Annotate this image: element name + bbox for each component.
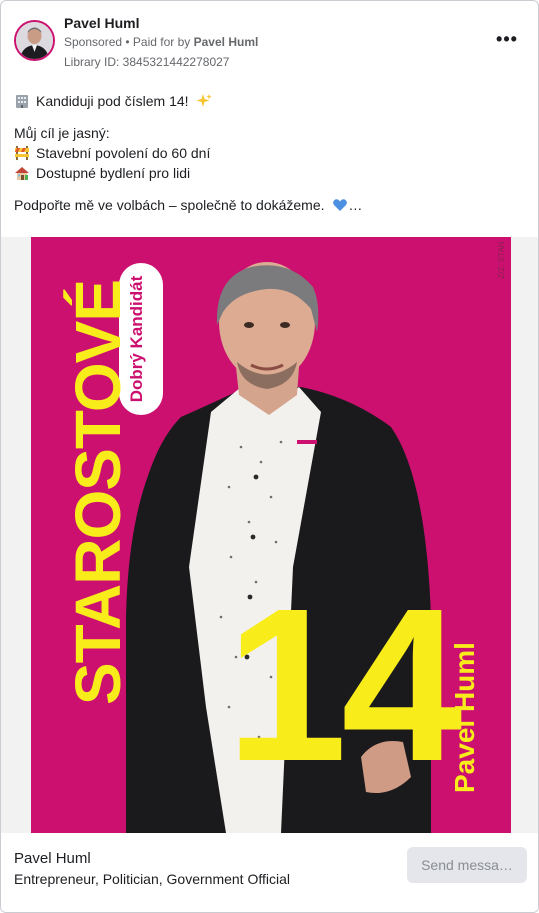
house-icon bbox=[15, 167, 29, 180]
page-name[interactable]: Pavel Huml bbox=[64, 15, 139, 31]
construction-icon bbox=[15, 146, 29, 160]
post-line-5-text: Podpořte mě ve volbách – společně to dok… bbox=[14, 197, 325, 213]
blue-heart-icon bbox=[333, 199, 348, 211]
sponsored-label: Sponsored • Paid for by Pavel Huml bbox=[64, 35, 258, 49]
footer-page-category: Entrepreneur, Politician, Government Off… bbox=[14, 871, 290, 887]
ad-footer: Pavel Huml Entrepreneur, Politician, Gov… bbox=[1, 833, 538, 912]
paid-for-name[interactable]: Pavel Huml bbox=[194, 35, 259, 49]
sponsored-text: Sponsored bbox=[64, 35, 123, 49]
ad-card: Pavel Huml Sponsored • Paid for by Pavel… bbox=[0, 0, 539, 913]
candidate-number: 14 bbox=[226, 564, 462, 807]
post-line-2: Můj cíl je jasný: bbox=[14, 125, 110, 141]
post-header: Pavel Huml Sponsored • Paid for by Pavel… bbox=[1, 1, 538, 79]
post-line-1: Kandiduji pod číslem 14! bbox=[14, 91, 524, 111]
avatar-photo bbox=[16, 22, 53, 59]
photo-credit: Z/Z: STAN bbox=[497, 241, 506, 279]
candidate-name: Pavel Huml bbox=[449, 642, 480, 793]
tagline-text: Dobrý Kandidát bbox=[127, 275, 146, 403]
see-more-link[interactable]: … bbox=[348, 197, 362, 213]
post-line-4-text: Dostupné bydlení pro lidi bbox=[36, 165, 191, 181]
footer-page-name[interactable]: Pavel Huml bbox=[14, 850, 91, 867]
post-line-5: Podpořte mě ve volbách – společně to dok… bbox=[14, 195, 524, 215]
post-line-1-text: Kandiduji pod číslem 14! bbox=[36, 93, 189, 109]
office-building-icon bbox=[16, 95, 28, 108]
post-line-4: Dostupné bydlení pro lidi bbox=[14, 163, 524, 183]
more-options-button[interactable]: ••• bbox=[493, 29, 521, 53]
ad-creative-image[interactable]: STAROSTOVÉ Dobrý Kandidát 14 Pavel Huml … bbox=[31, 237, 511, 833]
party-name: STAROSTOVÉ bbox=[62, 279, 134, 705]
library-id: Library ID: 3845321442278027 bbox=[64, 55, 230, 69]
post-text: Kandiduji pod číslem 14! Můj cíl je jasn… bbox=[14, 91, 524, 215]
paid-for-prefix: • Paid for by bbox=[122, 35, 194, 49]
send-message-button[interactable]: Send messa… bbox=[407, 847, 527, 883]
avatar[interactable] bbox=[14, 20, 55, 61]
post-line-3: Stavební povolení do 60 dní bbox=[14, 143, 524, 163]
sparkles-icon bbox=[196, 94, 213, 107]
post-line-3-text: Stavební povolení do 60 dní bbox=[36, 145, 211, 161]
